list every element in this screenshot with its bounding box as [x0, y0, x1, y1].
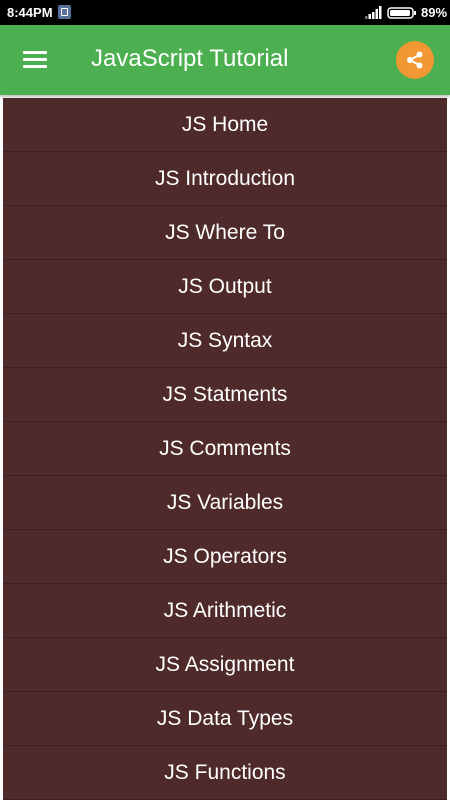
topic-list-item-label: JS Output	[178, 274, 272, 298]
topic-list-item[interactable]: JS Operators	[3, 530, 447, 584]
battery-percentage: 89%	[421, 5, 448, 20]
topic-list-item-label: JS Operators	[163, 544, 287, 568]
topic-list-item-label: JS Data Types	[156, 706, 294, 730]
battery-icon	[387, 7, 416, 19]
topic-list-item-label: JS Functions	[164, 760, 286, 784]
topic-list-item-label: JS Home	[181, 112, 269, 136]
topic-list-item-label: JS Statments	[162, 382, 288, 406]
signal-icon	[365, 6, 382, 19]
status-time: 8:44PM	[7, 5, 53, 20]
status-bar: 8:44PM 89%	[0, 0, 450, 25]
topic-list-item[interactable]: JS Where To	[3, 206, 447, 260]
app-title: JavaScript Tutorial	[91, 45, 289, 72]
topic-list-item[interactable]: JS Variables	[3, 476, 447, 530]
topic-list-item[interactable]: JS Comments	[3, 422, 447, 476]
topic-list-item[interactable]: JS Assignment	[3, 638, 447, 692]
topic-list-item-label: JS Arithmetic	[163, 598, 287, 622]
topic-list-item-label: JS Syntax	[177, 328, 273, 352]
topic-list-item[interactable]: JS Syntax	[3, 314, 447, 368]
topic-list-item-label: JS Where To	[165, 220, 285, 244]
topic-list-item[interactable]: JS Functions	[3, 746, 447, 800]
topic-list-item[interactable]: JS Introduction	[3, 152, 447, 206]
topic-list-item-label: JS Introduction	[154, 166, 296, 190]
topic-list-item[interactable]: JS Data Types	[3, 692, 447, 746]
topic-list-item[interactable]: JS Home	[3, 98, 447, 152]
topic-list: JS Home JS Introduction JS Where To JS Outp…	[3, 98, 447, 800]
topic-list-item-label: JS Variables	[166, 490, 284, 514]
topic-list-item-label: JS Assignment	[155, 652, 295, 676]
navigation-drawer-button[interactable]	[16, 43, 54, 77]
app-notification-icon	[58, 5, 71, 19]
topic-list-item[interactable]: JS Arithmetic	[3, 584, 447, 638]
topic-list-item[interactable]: JS Statments	[3, 368, 447, 422]
share-icon	[407, 51, 423, 69]
topic-list-item-label: JS Comments	[159, 436, 291, 460]
topic-list-item[interactable]: JS Output	[3, 260, 447, 314]
app-bar: JavaScript Tutorial	[0, 25, 450, 95]
share-button[interactable]	[396, 41, 434, 79]
hamburger-menu-icon	[23, 51, 47, 69]
